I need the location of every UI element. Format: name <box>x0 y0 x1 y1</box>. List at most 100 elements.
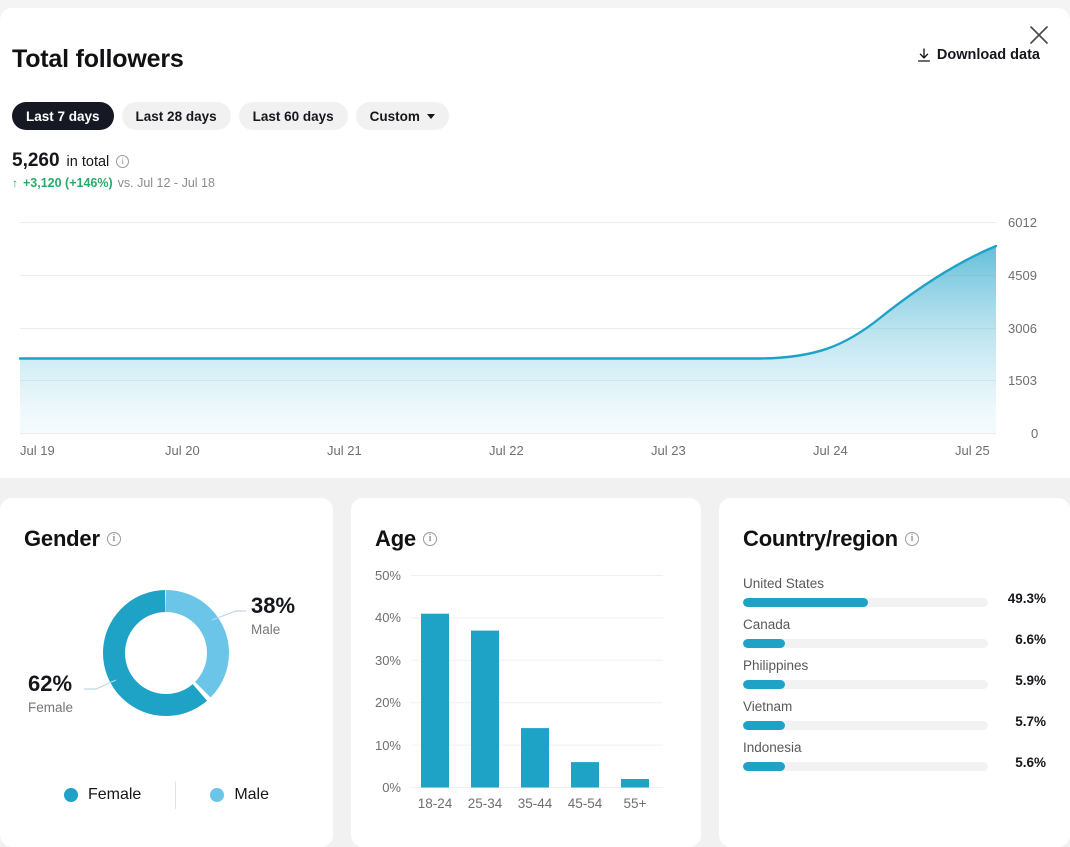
tab-last-60-days[interactable]: Last 60 days <box>238 102 348 130</box>
female-pct-callout: 62% <box>28 671 72 696</box>
y-tick-0: 0 <box>1031 426 1038 441</box>
y-tick-6012: 6012 <box>1008 215 1037 230</box>
legend-item-male[interactable]: Male <box>176 786 303 804</box>
tab-label: Custom <box>369 108 420 124</box>
gender-legend: Female Male <box>0 781 333 809</box>
total-followers-value: 5,260 <box>12 150 60 171</box>
tab-last-28-days[interactable]: Last 28 days <box>121 102 231 130</box>
download-glyph <box>917 47 930 62</box>
delta-value: +3,120 (+146%) <box>23 176 113 190</box>
age-x-tick-1: 25-34 <box>468 796 503 811</box>
country-bar-fill <box>743 639 785 648</box>
analytics-modal: Total followers Download data Last 7 day… <box>0 0 1070 847</box>
x-tick-4: Jul 23 <box>651 443 686 458</box>
age-bars <box>421 613 649 788</box>
country-bar-track <box>743 680 988 689</box>
chevron-down-icon <box>426 113 435 119</box>
legend-label: Male <box>234 786 270 803</box>
country-name: Philippines <box>743 658 809 673</box>
tab-label: Last 28 days <box>135 108 217 124</box>
date-range-tabs: Last 7 days Last 28 days Last 60 days Cu… <box>12 102 449 130</box>
age-bar-35-44[interactable] <box>521 728 549 788</box>
country-bar-track <box>743 598 988 607</box>
age-bar-18-24[interactable] <box>421 613 449 788</box>
country-bar-fill <box>743 680 785 689</box>
country-row[interactable]: Philippines 5.9% <box>743 658 1046 699</box>
country-name: Indonesia <box>743 740 802 755</box>
gender-donut-chart: 38% Male 62% Female <box>0 558 333 748</box>
age-bar-chart: 50% 40% 30% 20% 10% 0% 18-24 25-34 35-44… <box>351 560 701 835</box>
male-name-callout: Male <box>251 622 280 637</box>
age-bar-25-34[interactable] <box>471 630 499 788</box>
age-x-labels: 18-24 25-34 35-44 45-54 55+ <box>418 796 647 811</box>
age-x-tick-3: 45-54 <box>568 796 603 811</box>
card-title-text: Age <box>375 526 416 551</box>
x-tick-0: Jul 19 <box>20 443 55 458</box>
country-bar-fill <box>743 721 785 730</box>
age-card-title: Age i <box>375 526 437 552</box>
country-bar-fill <box>743 762 785 771</box>
male-leader-line <box>211 610 246 621</box>
y-tick-4509: 4509 <box>1008 268 1037 283</box>
age-y-tick-30: 30% <box>375 653 401 668</box>
country-row[interactable]: Canada 6.6% <box>743 617 1046 658</box>
age-bar-45-54[interactable] <box>571 762 599 788</box>
gender-card-title: Gender i <box>24 526 121 552</box>
country-name: United States <box>743 576 825 591</box>
tab-last-7-days[interactable]: Last 7 days <box>12 102 114 130</box>
total-followers-chart: 6012 4509 3006 1503 0 Jul 19 Jul 20 Jul … <box>0 206 1070 468</box>
total-followers-panel: Total followers Download data Last 7 day… <box>0 8 1070 478</box>
y-tick-1503: 1503 <box>1008 373 1037 388</box>
country-row[interactable]: Vietnam 5.7% <box>743 699 1046 740</box>
country-percent: 49.3% <box>1007 591 1046 606</box>
country-percent: 6.6% <box>1015 632 1046 647</box>
x-tick-6: Jul 25 <box>955 443 990 458</box>
summary-stat: 5,260 in total i <box>12 150 130 172</box>
x-tick-1: Jul 20 <box>165 443 200 458</box>
female-name-callout: Female <box>28 700 73 715</box>
tab-label: Last 7 days <box>26 108 100 124</box>
info-icon[interactable]: i <box>116 154 130 168</box>
tab-custom-range[interactable]: Custom <box>355 102 449 130</box>
country-bar-track <box>743 762 988 771</box>
total-followers-label: in total <box>66 154 110 170</box>
info-icon[interactable]: i <box>904 532 919 546</box>
age-x-tick-2: 35-44 <box>518 796 553 811</box>
age-chart-svg: 50% 40% 30% 20% 10% 0% 18-24 25-34 35-44… <box>375 568 663 811</box>
age-bar-55-plus[interactable] <box>621 779 649 788</box>
country-percent: 5.6% <box>1015 755 1046 770</box>
page-title: Total followers <box>12 45 184 73</box>
country-percent: 5.7% <box>1015 714 1046 729</box>
country-bar-fill <box>743 598 868 607</box>
area-chart-svg: 6012 4509 3006 1503 0 Jul 19 Jul 20 Jul … <box>18 215 1038 458</box>
age-y-labels: 50% 40% 30% 20% 10% 0% <box>375 568 401 795</box>
country-row[interactable]: Indonesia 5.6% <box>743 740 1046 781</box>
info-icon[interactable]: i <box>106 532 121 546</box>
card-title-text: Country/region <box>743 526 898 551</box>
arrow-up-icon: ↑ <box>12 176 18 190</box>
x-tick-3: Jul 22 <box>489 443 524 458</box>
card-title-text: Gender <box>24 526 100 551</box>
legend-item-female[interactable]: Female <box>30 786 175 804</box>
age-y-tick-0: 0% <box>382 780 401 795</box>
country-name: Vietnam <box>743 699 793 714</box>
info-icon[interactable]: i <box>422 532 437 546</box>
country-row[interactable]: United States 49.3% <box>743 576 1046 617</box>
y-axis-labels: 6012 4509 3006 1503 0 <box>1008 215 1038 441</box>
age-card: Age i 50% 40% 30% 20% 10% 0% 18-24 25-34… <box>351 498 701 847</box>
legend-dot-icon <box>63 788 78 802</box>
age-x-tick-4: 55+ <box>624 796 647 811</box>
x-tick-2: Jul 21 <box>327 443 362 458</box>
age-y-tick-20: 20% <box>375 695 401 710</box>
download-icon <box>917 47 931 63</box>
summary-delta: ↑ +3,120 (+146%) vs. Jul 12 - Jul 18 <box>12 176 215 190</box>
legend-label: Female <box>87 786 142 803</box>
gender-card: Gender i 38% Male 62% Female Female Male <box>0 498 333 847</box>
age-y-tick-50: 50% <box>375 568 401 583</box>
download-data-button[interactable]: Download data <box>917 47 1040 63</box>
country-list: United States 49.3% Canada 6.6% Philippi… <box>743 576 1046 781</box>
country-percent: 5.9% <box>1015 673 1046 688</box>
x-axis-labels: Jul 19 Jul 20 Jul 21 Jul 22 Jul 23 Jul 2… <box>20 443 990 458</box>
age-x-tick-0: 18-24 <box>418 796 453 811</box>
country-bar-track <box>743 639 988 648</box>
